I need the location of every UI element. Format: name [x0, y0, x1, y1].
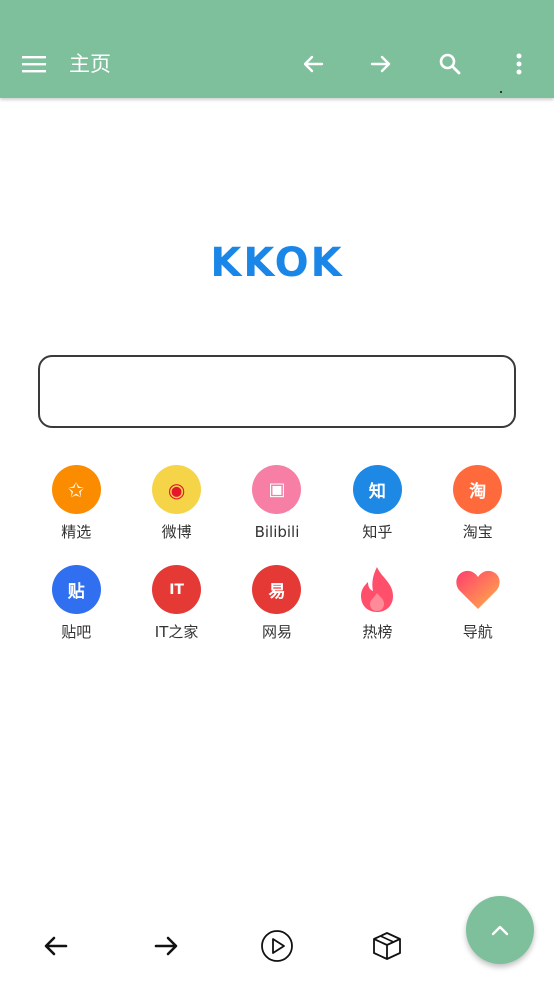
bottom-forward-button[interactable]: [146, 926, 186, 966]
ithome-icon: IT: [152, 565, 202, 614]
bottom-box-button[interactable]: [367, 926, 407, 966]
shortcut-item[interactable]: ◉ 微博: [126, 465, 226, 565]
chevron-up-icon: [491, 925, 509, 936]
shortcut-label: Bilibili: [254, 523, 300, 541]
shortcut-item[interactable]: 知知乎: [327, 465, 427, 565]
shortcut-item[interactable]: 热榜: [327, 565, 427, 665]
toolbar-more-button[interactable]: [499, 44, 539, 84]
bilibili-icon: ▣: [252, 465, 302, 514]
shortcut-label: 精选: [61, 523, 92, 541]
kkok-logo: KKOK: [210, 240, 344, 286]
menu-button[interactable]: [14, 44, 54, 84]
shortcut-item[interactable]: 贴贴吧: [26, 565, 126, 665]
shortcut-label: 热榜: [362, 623, 393, 641]
box-icon: [373, 932, 401, 960]
arrow-left-icon: [44, 936, 68, 956]
arrow-right-icon: [370, 55, 391, 73]
toolbar-forward-button[interactable]: [361, 44, 401, 84]
progress-dot: [500, 91, 502, 93]
shortcut-grid: ✩ 精选 ◉ 微博 ▣ Bilibili 知知乎淘淘宝贴贴吧 IT IT之家易网易 热榜 导航: [26, 465, 528, 665]
toolbar-search-button[interactable]: [430, 44, 470, 84]
top-toolbar: 主页: [0, 0, 554, 98]
arrow-left-icon: [303, 55, 324, 73]
page-title: 主页: [69, 52, 111, 76]
zhihu-icon: 知: [352, 465, 402, 514]
shortcut-label: 导航: [462, 623, 493, 641]
shortcut-item[interactable]: 淘淘宝: [428, 465, 528, 565]
menu-icon: [22, 56, 46, 73]
shortcut-label: 微博: [161, 523, 192, 541]
toolbar-back-button[interactable]: [293, 44, 333, 84]
bottom-back-button[interactable]: [36, 926, 76, 966]
star-icon: ✩: [51, 465, 101, 514]
app-root: 主页 KKOK ✩ 精选 ◉ 微博 ▣ Bilibili 知 知乎 淘 淘宝 贴…: [0, 0, 554, 984]
search-input[interactable]: [40, 357, 514, 426]
shortcut-item[interactable]: ▣ Bilibili: [227, 465, 327, 565]
scroll-top-fab[interactable]: [466, 896, 534, 964]
tieba-icon: 贴: [51, 565, 101, 614]
bottom-play-button[interactable]: [257, 926, 297, 966]
more-vertical-icon: [516, 53, 522, 75]
shortcut-item[interactable]: IT IT之家: [126, 565, 226, 665]
search-icon: [439, 53, 461, 75]
taobao-icon: 淘: [453, 465, 503, 514]
search-box[interactable]: [38, 355, 516, 428]
netease-icon: 易: [252, 565, 302, 614]
shortcut-item[interactable]: ✩ 精选: [26, 465, 126, 565]
shortcut-item[interactable]: 易网易: [227, 565, 327, 665]
heart-icon: [453, 565, 502, 614]
shortcut-label: 知乎: [362, 523, 393, 541]
shortcut-label: 淘宝: [462, 523, 493, 541]
weibo-icon: ◉: [152, 465, 202, 514]
shortcut-label: 贴吧: [61, 623, 92, 641]
shortcut-item[interactable]: 导航: [428, 565, 528, 665]
shortcut-label: IT之家: [154, 623, 199, 641]
flame-icon: [353, 565, 402, 614]
play-circle-icon: [261, 930, 293, 962]
shortcut-label: 网易: [261, 623, 292, 641]
arrow-right-icon: [154, 936, 178, 956]
